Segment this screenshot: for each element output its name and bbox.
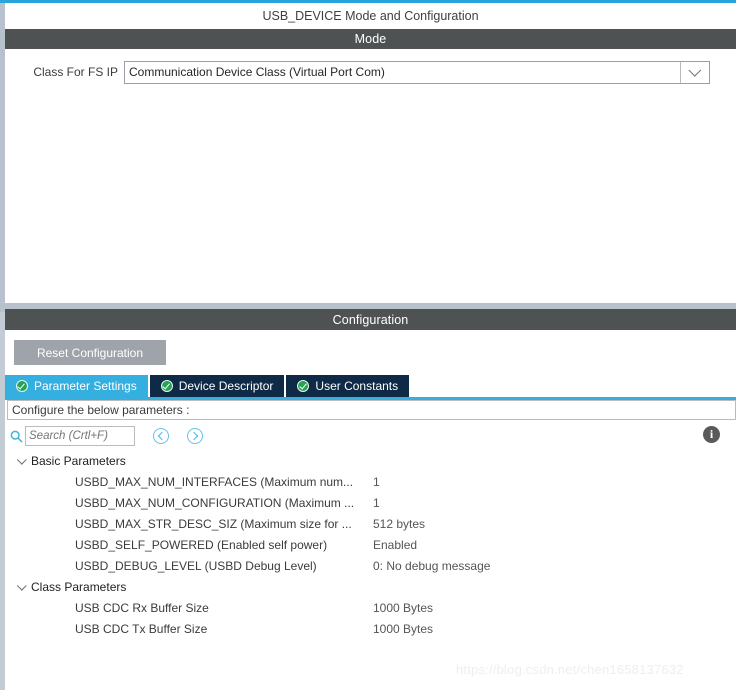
tree-group-basic-parameters[interactable]: Basic Parameters: [7, 450, 736, 471]
search-toolbar: i: [7, 423, 736, 449]
class-for-fs-ip-label: Class For FS IP: [33, 65, 118, 79]
tab-parameter-settings-label: Parameter Settings: [34, 379, 137, 393]
watermark: https://blog.csdn.net/chen1658137632: [456, 662, 684, 677]
table-row[interactable]: USBD_MAX_NUM_INTERFACES (Maximum num... …: [7, 471, 736, 492]
table-row[interactable]: USBD_DEBUG_LEVEL (USBD Debug Level) 0: N…: [7, 555, 736, 576]
tab-device-descriptor-label: Device Descriptor: [178, 379, 274, 393]
configuration-section-header: Configuration: [5, 309, 736, 330]
parameter-tree: Basic Parameters USBD_MAX_NUM_INTERFACES…: [7, 450, 736, 680]
green-check-icon: [160, 380, 173, 392]
chevron-down-icon[interactable]: [15, 454, 29, 465]
configure-parameters-hint: Configure the below parameters :: [7, 400, 736, 420]
param-value: 1000 Bytes: [373, 600, 434, 615]
table-row[interactable]: USBD_MAX_STR_DESC_SIZ (Maximum size for …: [7, 513, 736, 534]
page-title: USB_DEVICE Mode and Configuration: [5, 3, 736, 28]
param-value: 0: No debug message: [373, 558, 491, 573]
param-value: Enabled: [373, 537, 418, 552]
tab-device-descriptor[interactable]: Device Descriptor: [149, 375, 285, 397]
search-input[interactable]: [25, 426, 135, 446]
configuration-panel-body: Reset Configuration Parameter Settings D…: [5, 330, 736, 690]
param-name: USB CDC Tx Buffer Size: [75, 621, 208, 636]
info-icon[interactable]: i: [703, 426, 720, 443]
mode-section-header: Mode: [5, 29, 736, 49]
tab-parameter-settings[interactable]: Parameter Settings: [5, 375, 148, 397]
param-name: USBD_MAX_NUM_INTERFACES (Maximum num...: [75, 474, 354, 489]
chevron-down-icon[interactable]: [680, 61, 709, 83]
param-name: USBD_MAX_NUM_CONFIGURATION (Maximum ...: [75, 495, 355, 510]
class-for-fs-ip-value: Communication Device Class (Virtual Port…: [129, 65, 385, 79]
table-row[interactable]: USB CDC Tx Buffer Size 1000 Bytes: [7, 618, 736, 639]
param-name: USBD_SELF_POWERED (Enabled self power): [75, 537, 328, 552]
circle-left-arrow-icon[interactable]: [153, 428, 169, 444]
configuration-tabs: Parameter Settings Device Descriptor Use…: [5, 375, 736, 397]
tab-user-constants-label: User Constants: [315, 379, 399, 393]
table-row[interactable]: USBD_MAX_NUM_CONFIGURATION (Maximum ... …: [7, 492, 736, 513]
table-row[interactable]: USB CDC Rx Buffer Size 1000 Bytes: [7, 597, 736, 618]
green-check-icon: [297, 380, 310, 392]
class-for-fs-ip-dropdown[interactable]: Communication Device Class (Virtual Port…: [124, 60, 710, 84]
green-check-icon: [16, 380, 28, 392]
param-value: 512 bytes: [373, 516, 426, 531]
tree-group-class-parameters[interactable]: Class Parameters: [7, 576, 736, 597]
param-name: USBD_MAX_STR_DESC_SIZ (Maximum size for …: [75, 516, 352, 531]
param-name: USBD_DEBUG_LEVEL (USBD Debug Level): [75, 558, 317, 573]
tree-group-label: Class Parameters: [31, 579, 127, 594]
param-value: 1000 Bytes: [373, 621, 434, 636]
param-name: USB CDC Rx Buffer Size: [75, 600, 209, 615]
param-value: 1: [373, 474, 380, 489]
tab-user-constants[interactable]: User Constants: [286, 375, 410, 397]
usb-device-config-window: USB_DEVICE Mode and Configuration Mode C…: [0, 0, 736, 690]
search-icon: [7, 430, 25, 443]
param-value: 1: [373, 495, 380, 510]
circle-right-arrow-icon[interactable]: [187, 428, 203, 444]
table-row[interactable]: USBD_SELF_POWERED (Enabled self power) E…: [7, 534, 736, 555]
reset-configuration-button[interactable]: Reset Configuration: [14, 340, 166, 365]
chevron-down-icon[interactable]: [15, 580, 29, 591]
tree-group-label: Basic Parameters: [31, 453, 126, 468]
mode-panel-body: Class For FS IP Communication Device Cla…: [5, 49, 736, 303]
class-for-fs-ip-row: Class For FS IP Communication Device Cla…: [5, 60, 736, 84]
